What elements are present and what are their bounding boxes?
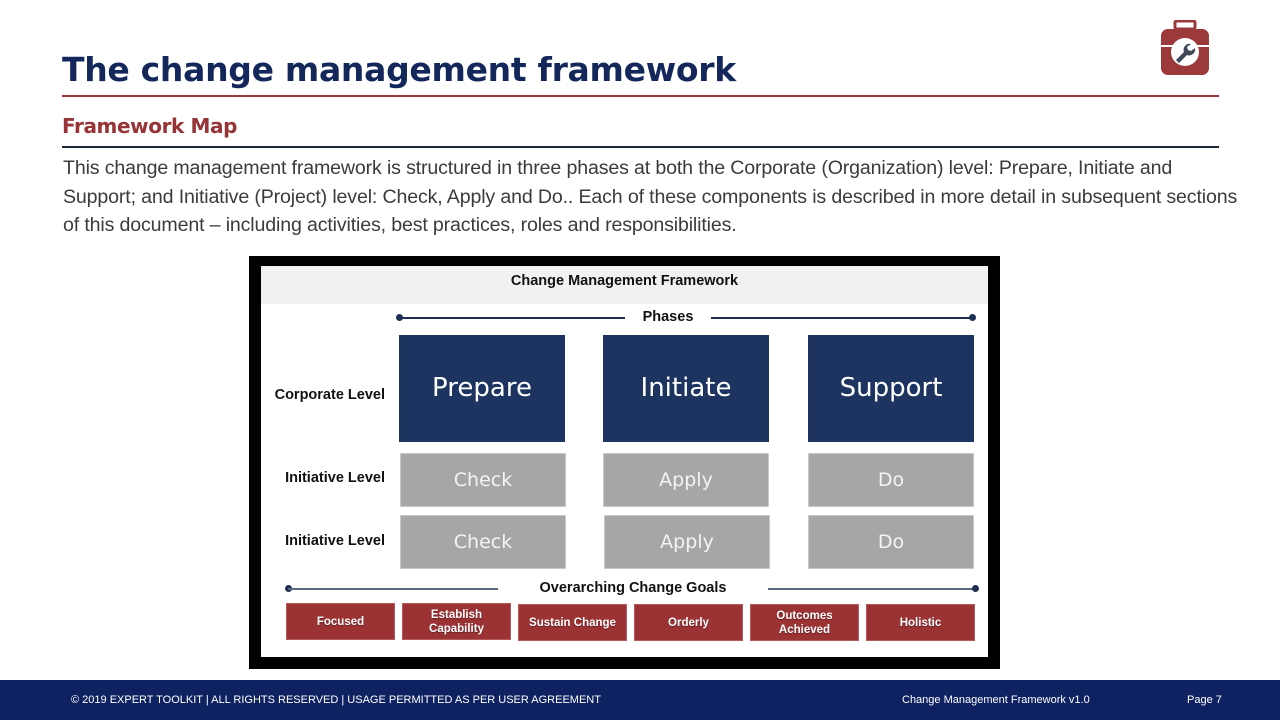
phases-line-end-dot: [969, 314, 976, 321]
page-title: The change management framework: [62, 50, 736, 89]
row-label-corporate: Corporate Level: [274, 387, 385, 403]
goal-focused: Focused: [286, 603, 395, 640]
footer-page-number: Page 7: [1187, 694, 1222, 706]
phase-prepare: Prepare: [399, 335, 565, 442]
row-label-initiative-2: Initiative Level: [285, 533, 385, 549]
phase-support: Support: [808, 335, 974, 442]
footer-copyright: © 2019 EXPERT TOOLKIT | ALL RIGHTS RESER…: [71, 694, 601, 706]
framework-diagram: Change Management Framework Phases Corpo…: [249, 256, 1000, 669]
goal-outcomes-achieved: Outcomes Achieved: [750, 604, 859, 641]
goals-line-right: [768, 588, 973, 590]
title-divider: [62, 95, 1219, 97]
initiative-check: Check: [400, 453, 566, 507]
toolkit-wrench-icon: [1158, 19, 1212, 78]
initiative-apply: Apply: [603, 453, 769, 507]
initiative-check-2: Check: [400, 515, 566, 569]
initiative-do: Do: [808, 453, 974, 507]
phases-label: Phases: [642, 309, 694, 325]
section-divider: [62, 146, 1219, 148]
goals-line-left: [288, 588, 498, 590]
framework-title: Change Management Framework: [261, 266, 988, 304]
phases-line-right: [711, 317, 973, 319]
intro-paragraph: This change management framework is stru…: [63, 157, 1238, 236]
goals-label: Overarching Change Goals: [539, 580, 727, 596]
phase-initiate: Initiate: [603, 335, 769, 442]
goals-line-end-dot: [972, 585, 979, 592]
goal-establish-capability: Establish Capability: [402, 603, 511, 640]
goal-sustain-change: Sustain Change: [518, 604, 627, 641]
goal-orderly: Orderly: [634, 604, 743, 641]
initiative-do-2: Do: [808, 515, 974, 569]
goal-holistic: Holistic: [866, 604, 975, 641]
footer-doc-name: Change Management Framework v1.0: [902, 694, 1090, 706]
phases-line-left: [399, 317, 625, 319]
row-label-initiative-1: Initiative Level: [285, 470, 385, 486]
footer-bar: © 2019 EXPERT TOOLKIT | ALL RIGHTS RESER…: [0, 680, 1280, 720]
section-heading: Framework Map: [62, 114, 238, 138]
initiative-apply-2: Apply: [604, 515, 770, 569]
